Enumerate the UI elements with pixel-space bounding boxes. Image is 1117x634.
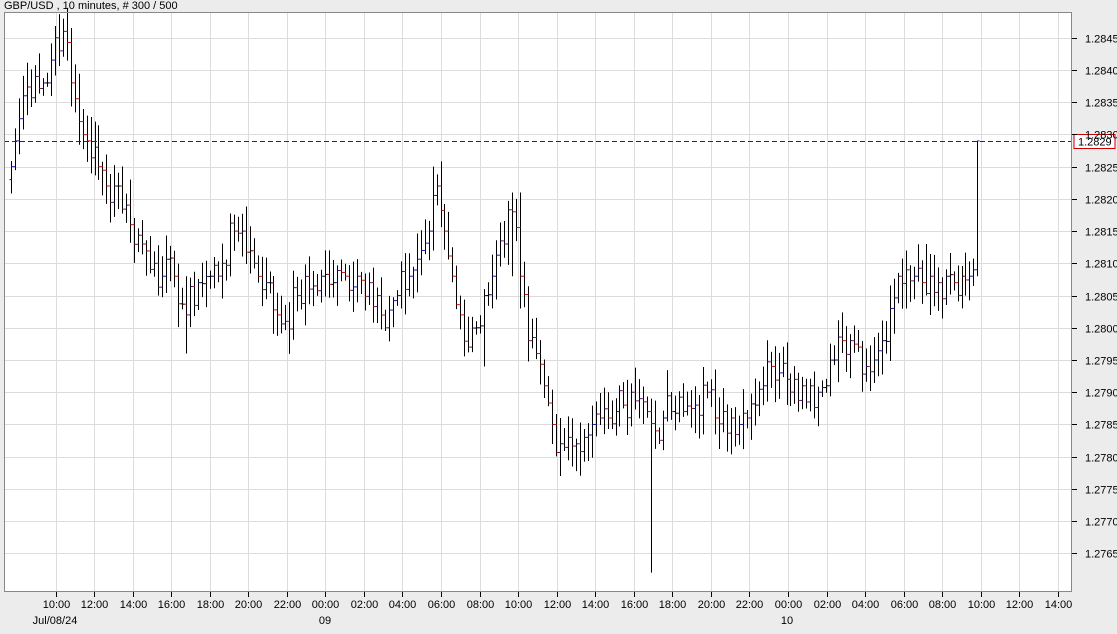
x-tick-label: 10:00 xyxy=(968,599,996,611)
x-tick-label: 04:00 xyxy=(389,599,417,611)
x-tick-label: 02:00 xyxy=(814,599,842,611)
y-tick-label: 1.2795 xyxy=(1085,356,1117,368)
y-tick-label: 1.2785 xyxy=(1085,420,1117,432)
y-tick-label: 1.2780 xyxy=(1085,453,1117,465)
x-tick-label: 18:00 xyxy=(659,599,687,611)
x-axis: 10:00 12:00 14:00 16:00 18:00 20:00 22:00 00:00… xyxy=(33,592,1073,627)
y-tick-label: 1.2845 xyxy=(1085,34,1117,46)
x-tick-label: 20:00 xyxy=(698,599,726,611)
chart-root: 1.2829 1.2765 1.2770 1.2775 1.2780 1.2785 1.2… xyxy=(0,0,1117,634)
y-tick-label: 1.2830 xyxy=(1085,130,1117,142)
y-tick-label: 1.2840 xyxy=(1085,66,1117,78)
x-tick-label: 02:00 xyxy=(351,599,379,611)
x-tick-label: 20:00 xyxy=(235,599,263,611)
y-tick-label: 1.2765 xyxy=(1085,549,1117,561)
x-tick-label: 04:00 xyxy=(852,599,880,611)
x-tick-label: 14:00 xyxy=(1045,599,1073,611)
x-tick-label: 08:00 xyxy=(929,599,957,611)
x-tick-label: 16:00 xyxy=(158,599,186,611)
y-tick-label: 1.2820 xyxy=(1085,195,1117,207)
x-tick-label: 12:00 xyxy=(1006,599,1034,611)
y-tick-label: 1.2770 xyxy=(1085,517,1117,529)
x-tick-label: 14:00 xyxy=(582,599,610,611)
x-tick-label: 12:00 xyxy=(81,599,109,611)
x-tick-label: 12:00 xyxy=(544,599,572,611)
y-tick-label: 1.2835 xyxy=(1085,98,1117,110)
x-tick-label: 00:00 xyxy=(312,599,340,611)
y-tick-label: 1.2775 xyxy=(1085,485,1117,497)
x-tick-label: 16:00 xyxy=(621,599,649,611)
date-label: 09 xyxy=(319,615,331,627)
y-tick-label: 1.2815 xyxy=(1085,227,1117,239)
y-tick-label: 1.2825 xyxy=(1085,163,1117,175)
x-tick-label: 22:00 xyxy=(736,599,764,611)
x-tick-label: 10:00 xyxy=(43,599,71,611)
plot-area xyxy=(4,12,1072,592)
date-label: Jul/08/24 xyxy=(33,615,78,627)
x-tick-label: 14:00 xyxy=(120,599,148,611)
x-tick-label: 06:00 xyxy=(428,599,456,611)
x-tick-label: 10:00 xyxy=(505,599,533,611)
x-tick-label: 06:00 xyxy=(891,599,919,611)
date-label: 10 xyxy=(781,615,793,627)
y-axis: 1.2765 1.2770 1.2775 1.2780 1.2785 1.2790 1.27… xyxy=(1072,34,1117,561)
y-tick-label: 1.2805 xyxy=(1085,292,1117,304)
x-tick-label: 08:00 xyxy=(467,599,495,611)
ohlc-chart: 1.2829 1.27651.27701.27751.27801.27851.2… xyxy=(4,0,1117,627)
x-tick-label: 22:00 xyxy=(274,599,302,611)
y-tick-label: 1.2800 xyxy=(1085,324,1117,336)
y-tick-label: 1.2810 xyxy=(1085,259,1117,271)
x-tick-label: 00:00 xyxy=(775,599,803,611)
y-tick-label: 1.2790 xyxy=(1085,388,1117,400)
chart-title: GBP/USD , 10 minutes, # 300 / 500 xyxy=(4,0,178,12)
x-tick-label: 18:00 xyxy=(197,599,225,611)
